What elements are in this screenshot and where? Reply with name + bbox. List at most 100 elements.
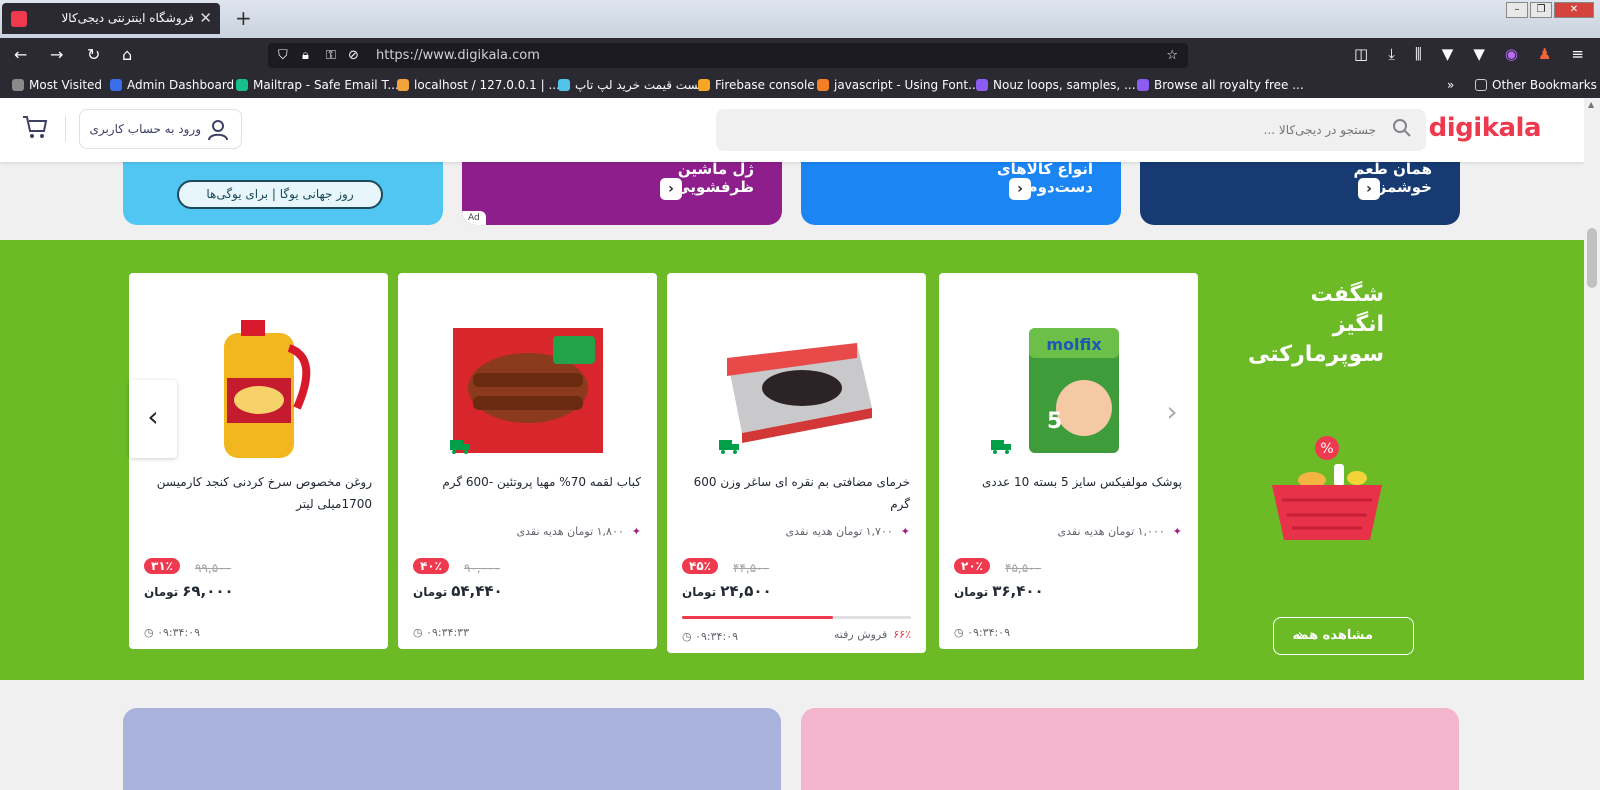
discount-badge: ۲۰٪ xyxy=(954,558,990,574)
address-bar[interactable]: ⛉ 🔒︎ ⚿ ⊘ https://www.digikala.com ☆ xyxy=(268,43,1188,68)
lock-icon[interactable]: 🔒︎ xyxy=(302,43,309,68)
old-price: ۹۹,۵۰۰ xyxy=(195,561,232,575)
discount-badge: ۳۱٪ xyxy=(144,558,180,574)
bookmark-item[interactable]: لیست قیمت خرید لپ تاپ xyxy=(558,78,706,92)
login-button[interactable]: ورود به حساب کاربری xyxy=(79,109,242,149)
library-icon[interactable]: ⫼ xyxy=(1415,45,1422,63)
ad-badge: Ad xyxy=(462,211,486,225)
tracking-shield-icon[interactable]: ⛉ xyxy=(278,43,288,68)
gift-star-icon: ✦ xyxy=(1172,525,1182,538)
extension-icon[interactable]: ▼ xyxy=(1442,45,1454,63)
permissions-icon[interactable]: ⚿ xyxy=(326,43,336,68)
bookmark-item[interactable]: javascript - Using Font... xyxy=(817,78,980,92)
reload-icon[interactable]: ↻ xyxy=(87,45,100,64)
home-icon[interactable]: ⌂ xyxy=(122,45,132,64)
svg-text:%: % xyxy=(1320,441,1333,457)
url-text: https://www.digikala.com xyxy=(376,48,540,63)
extension-icon[interactable]: ◉ xyxy=(1505,45,1518,63)
product-name[interactable]: پوشک مولفیکس سایز 5 بسته 10 عددی xyxy=(955,471,1182,493)
product-name[interactable]: خرمای مضافتی بم نقره ای ساغر وزن 600 گرم xyxy=(683,471,910,515)
product-card[interactable]: روغن مخصوص سرخ کردنی کنجد کارمیسن 1700می… xyxy=(129,273,388,649)
user-icon xyxy=(208,120,228,141)
bookmark-star-icon[interactable]: ☆ xyxy=(1166,43,1178,68)
page-viewport: digikala ورود به حساب کاربری روز جهانی ی… xyxy=(0,98,1584,790)
back-icon[interactable]: ← xyxy=(14,45,27,64)
bookmark-item[interactable]: Browse all royalty free ... xyxy=(1137,78,1304,92)
see-all-button[interactable]: مشاهده همه ‹ xyxy=(1273,617,1414,655)
countdown-timer: ◷ ۰۹:۳۴:۰۹ xyxy=(144,626,200,639)
digikala-favicon-icon xyxy=(11,11,27,27)
forward-icon[interactable]: → xyxy=(50,45,63,64)
browser-toolbar: ← → ↻ ⌂ ⛉ 🔒︎ ⚿ ⊘ https://www.digikala.co… xyxy=(0,38,1600,73)
electronics-banner[interactable] xyxy=(123,708,781,790)
taste-banner[interactable]: همان طعم خوشمزه ‹ xyxy=(1140,160,1460,225)
product-name[interactable]: کباب لقمه 70% مهیا پروتئین -600 گرم xyxy=(414,471,641,493)
scrollbar-thumb[interactable] xyxy=(1587,228,1597,288)
svg-text:5: 5 xyxy=(1047,409,1062,434)
slider-prev-button[interactable]: › xyxy=(1148,375,1196,453)
camera-blocked-icon[interactable]: ⊘ xyxy=(348,43,359,68)
countdown-timer: ◷ ۰۹:۳۴:۰۹ xyxy=(682,630,738,643)
chevron-left-icon: ‹ xyxy=(1298,628,1304,643)
sold-progress-fill xyxy=(682,616,834,619)
more-bookmarks-icon[interactable]: » xyxy=(1447,78,1454,92)
close-tab-icon[interactable]: ✕ xyxy=(199,9,212,27)
search-input[interactable] xyxy=(716,109,1426,151)
browser-tab-bar: فروشگاه اینترنتی دیجی‌کالا ✕ + – ❐ ✕ xyxy=(0,0,1600,38)
promo-title: شگفت انگیز سوپرمارکتی xyxy=(1248,282,1384,367)
product-image: molfix 5 xyxy=(1028,328,1119,453)
cash-gift: ✦۱,۷۰۰ تومان هدیه نقدی xyxy=(785,525,910,538)
bookmark-item[interactable]: localhost / 127.0.0.1 | ... xyxy=(397,78,560,92)
extension-icon[interactable]: ♟ xyxy=(1538,45,1551,63)
discount-badge: ۴۵٪ xyxy=(682,558,718,574)
maximize-icon[interactable]: ❐ xyxy=(1530,2,1552,18)
product-card[interactable]: خرمای مضافتی بم نقره ای ساغر وزن 600 گرم… xyxy=(667,273,926,653)
express-delivery-icon xyxy=(991,440,1011,454)
gift-star-icon: ✦ xyxy=(631,525,641,538)
new-tab-icon[interactable]: + xyxy=(235,6,252,30)
chevron-left-icon: ‹ xyxy=(660,178,682,200)
fashion-banner[interactable] xyxy=(801,708,1459,790)
product-image xyxy=(452,328,603,453)
express-delivery-icon xyxy=(450,440,470,454)
dishwasher-gel-banner[interactable]: ژل ماشین ظرفشویی ‹ Ad xyxy=(462,160,782,225)
clock-icon: ◷ xyxy=(144,626,154,639)
chevron-right-icon: › xyxy=(1166,395,1178,428)
svg-text:molfix: molfix xyxy=(1046,335,1102,354)
second-hand-banner[interactable]: انواع کالاهای دست‌دوم ‹ xyxy=(801,160,1121,225)
minimize-icon[interactable]: – xyxy=(1506,2,1528,18)
bookmark-item[interactable]: Nouz loops, samples, ... xyxy=(976,78,1136,92)
product-name[interactable]: روغن مخصوص سرخ کردنی کنجد کارمیسن 1700می… xyxy=(145,471,372,515)
search-box[interactable] xyxy=(716,109,1426,151)
login-label: ورود به حساب کاربری xyxy=(89,122,201,136)
download-icon[interactable]: ⤓ xyxy=(1388,45,1395,63)
window-controls: – ❐ ✕ xyxy=(1506,2,1594,18)
page-scrollbar[interactable]: ▲ xyxy=(1584,98,1600,790)
extension-icon[interactable]: ▼ xyxy=(1473,45,1485,63)
slider-next-button[interactable]: ‹ xyxy=(129,380,177,458)
product-card[interactable]: molfix 5 پوشک مولفیکس سایز 5 بسته 10 عدد… xyxy=(939,273,1198,649)
bookmark-item[interactable]: Firebase console xyxy=(698,78,815,92)
product-card[interactable]: کباب لقمه 70% مهیا پروتئین -600 گرم ✦۱,۸… xyxy=(398,273,657,649)
header-divider xyxy=(65,116,66,142)
sold-progress-bar xyxy=(682,616,911,619)
product-image xyxy=(223,320,310,458)
digikala-logo[interactable]: digikala xyxy=(1429,113,1542,143)
bookmark-item[interactable]: Most Visited xyxy=(12,78,102,92)
bookmark-item[interactable]: Admin Dashboard xyxy=(110,78,234,92)
clock-icon: ◷ xyxy=(954,626,964,639)
countdown-timer: ◷ ۰۹:۳۴:۳۳ xyxy=(413,626,469,639)
price: ۲۴,۵۰۰تومان xyxy=(682,582,772,600)
cart-icon[interactable] xyxy=(22,115,48,139)
window-close-icon[interactable]: ✕ xyxy=(1554,2,1594,18)
pocket-icon[interactable]: ◫ xyxy=(1354,45,1368,63)
bookmark-item[interactable]: Mailtrap - Safe Email T... xyxy=(236,78,399,92)
product-image xyxy=(726,343,872,443)
browser-tab[interactable]: فروشگاه اینترنتی دیجی‌کالا ✕ xyxy=(2,3,220,34)
other-bookmarks[interactable]: Other Bookmarks xyxy=(1475,78,1597,92)
cash-gift: ✦۱,۰۰۰ تومان هدیه نقدی xyxy=(1057,525,1182,538)
site-header: digikala ورود به حساب کاربری xyxy=(0,98,1584,162)
scroll-up-icon[interactable]: ▲ xyxy=(1588,100,1594,109)
yoga-banner[interactable]: روز جهانی یوگا | برای یوگی‌ها xyxy=(123,160,443,225)
menu-icon[interactable]: ≡ xyxy=(1571,45,1584,63)
